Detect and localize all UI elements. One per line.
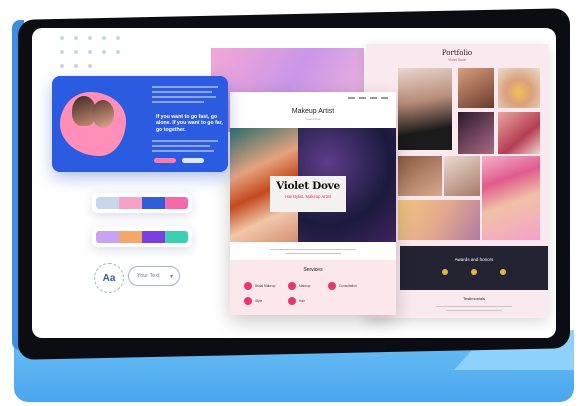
service-item[interactable]: Hair [288, 297, 305, 305]
dot [60, 50, 64, 54]
medal-icon [471, 269, 477, 275]
text-line [152, 150, 214, 152]
dot [102, 50, 106, 54]
services-title: Services [303, 267, 323, 273]
service-label: Consultation [339, 284, 357, 288]
service-icon [328, 282, 336, 290]
text-line [152, 91, 212, 93]
makeup-page-subtitle: Violet Dove [305, 117, 321, 121]
portfolio-photo [482, 156, 540, 240]
font-select-value: Your Text [137, 273, 160, 279]
dot [88, 64, 92, 68]
makeup-page-title: Makeup Artist [291, 108, 335, 115]
palette-swatch[interactable] [165, 197, 188, 209]
palette-swatch[interactable] [96, 197, 119, 209]
testimonials-title: Testimonials [462, 296, 485, 301]
color-palette[interactable] [92, 227, 192, 247]
dot [60, 64, 64, 68]
service-label: Bridal Makeup [255, 284, 276, 288]
hero-tagline: Hairstylist, Makeup Artist [285, 194, 331, 199]
medal-icon [442, 269, 448, 275]
portfolio-photo [498, 112, 540, 154]
service-item[interactable]: Makeup [288, 282, 310, 290]
service-label: Makeup [299, 284, 311, 288]
text-line [152, 86, 218, 88]
dot [102, 36, 106, 40]
dot [60, 36, 64, 40]
chevron-down-icon: ▾ [169, 274, 173, 280]
hero-name: Violet Dove [276, 180, 340, 192]
palette-swatch[interactable] [142, 197, 165, 209]
dot [116, 36, 120, 40]
portfolio-subtitle: Violet Dove [448, 58, 466, 62]
palette-swatch[interactable] [119, 231, 142, 243]
text-line [285, 253, 341, 254]
awards-title: Awards and honors [454, 257, 494, 262]
text-line [152, 96, 216, 98]
font-select[interactable]: Your Text ▾ [128, 266, 180, 286]
text-line [152, 101, 204, 103]
dot [116, 50, 120, 54]
portfolio-photo [458, 112, 494, 154]
secondary-button[interactable] [182, 158, 204, 163]
palette-swatch[interactable] [142, 231, 165, 243]
service-icon [288, 282, 296, 290]
dot [74, 50, 78, 54]
portfolio-title: Portfolio [441, 49, 473, 57]
text-line [152, 140, 218, 142]
portfolio-photo [398, 200, 480, 240]
service-label: Style [255, 299, 263, 303]
primary-button[interactable] [154, 158, 176, 163]
text-line [436, 306, 512, 307]
text-line [152, 145, 210, 147]
makeup-page-preview[interactable]: Makeup Artist Violet Dove Violet Dove Ha… [230, 92, 396, 315]
awards-section [400, 246, 548, 290]
palette-swatch[interactable] [96, 231, 119, 243]
color-palette[interactable] [92, 193, 192, 213]
quote-text: If you want to go fast, go alone. If you… [156, 114, 223, 133]
font-preview[interactable]: Aa [94, 263, 124, 293]
service-icon [244, 282, 252, 290]
portfolio-photo [444, 156, 480, 196]
dot [88, 36, 92, 40]
service-item[interactable]: Consultation [328, 282, 357, 290]
service-label: Hair [299, 299, 305, 303]
service-icon [288, 297, 296, 305]
service-icon [244, 297, 252, 305]
portrait-photo [92, 100, 114, 128]
portfolio-photo [398, 68, 452, 150]
text-line [446, 310, 502, 311]
portfolio-photo [458, 68, 494, 108]
portfolio-photo [398, 156, 442, 196]
portfolio-photo [498, 68, 540, 108]
text-line [270, 249, 356, 250]
dot [74, 36, 78, 40]
dot [88, 50, 92, 54]
dot [74, 64, 78, 68]
service-item[interactable]: Bridal Makeup [244, 282, 275, 290]
palette-swatch[interactable] [119, 197, 142, 209]
medal-icon [500, 269, 506, 275]
quote-card[interactable]: If you want to go fast, go alone. If you… [52, 76, 228, 172]
palette-swatch[interactable] [165, 231, 188, 243]
nav-links [348, 97, 392, 99]
service-item[interactable]: Style [244, 297, 262, 305]
